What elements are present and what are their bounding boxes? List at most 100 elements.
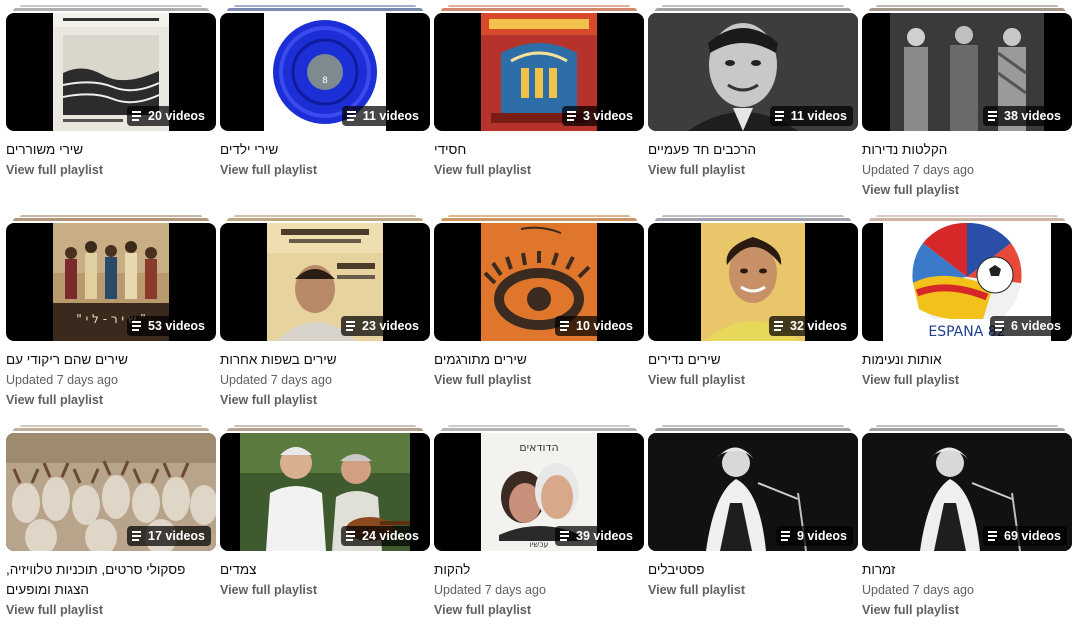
playlist-thumbnail[interactable]: 3 videos	[434, 13, 644, 131]
view-full-playlist-link[interactable]: View full playlist	[648, 160, 858, 180]
playlist-card[interactable]: הדודאים עכשיו 39 videos להקות Updated 7 …	[434, 425, 644, 625]
playlist-row: 17 videos פסקולי סרטים, תוכניות טלוויזיה…	[6, 425, 1076, 625]
view-full-playlist-link[interactable]: View full playlist	[434, 600, 644, 620]
video-count-badge: 24 videos	[341, 526, 425, 546]
playlist-title[interactable]: חסידי	[434, 140, 644, 160]
video-count-badge: 69 videos	[983, 526, 1067, 546]
stack-edge	[448, 425, 630, 427]
playlist-icon	[774, 111, 787, 121]
playlist-thumbnail[interactable]: 69 videos	[862, 433, 1072, 551]
view-full-playlist-link[interactable]: View full playlist	[6, 600, 216, 620]
playlist-title[interactable]: להקות	[434, 560, 644, 580]
playlist-thumbnail[interactable]: 11 videos	[648, 13, 858, 131]
playlist-title[interactable]: אותות ונעימות	[862, 350, 1072, 370]
playlist-icon	[994, 321, 1007, 331]
video-count: 11 videos	[790, 108, 847, 123]
playlist-title[interactable]: שירי משוררים	[6, 140, 216, 160]
view-full-playlist-link[interactable]: View full playlist	[648, 580, 858, 600]
playlist-card[interactable]: 32 videos שירים נדירים View full playlis…	[648, 215, 858, 415]
playlist-card[interactable]: 10 videos שירים מתורגמים View full playl…	[434, 215, 644, 415]
video-count: 24 videos	[362, 528, 419, 543]
playlist-title[interactable]: פסקולי סרטים, תוכניות טלוויזיה, הצגות ומ…	[6, 560, 216, 600]
playlist-card[interactable]: 11 videos הרכבים חד פעמיים View full pla…	[648, 5, 858, 205]
stack-edge	[448, 5, 630, 7]
view-full-playlist-link[interactable]: View full playlist	[434, 160, 644, 180]
playlist-card[interactable]: 8 11 videos שירי ילדים View full playlis…	[220, 5, 430, 205]
playlist-thumbnail[interactable]: הדודאים עכשיו 39 videos	[434, 433, 644, 551]
stack-edge	[441, 428, 637, 431]
stack-edge	[234, 5, 416, 7]
playlist-thumbnail[interactable]: 24 videos	[220, 433, 430, 551]
playlist-card[interactable]: 20 videos שירי משוררים View full playlis…	[6, 5, 216, 205]
playlist-title[interactable]: הרכבים חד פעמיים	[648, 140, 858, 160]
view-full-playlist-link[interactable]: View full playlist	[220, 390, 430, 410]
playlist-thumbnail[interactable]: 8 11 videos	[220, 13, 430, 131]
playlist-icon	[988, 111, 1000, 121]
stack-edge	[227, 428, 423, 431]
playlist-title[interactable]: פסטיבלים	[648, 560, 858, 580]
view-full-playlist-link[interactable]: View full playlist	[220, 160, 430, 180]
video-count-badge: 9 videos	[775, 526, 853, 546]
stack-edge	[20, 5, 202, 7]
playlist-thumbnail[interactable]: 20 videos	[6, 13, 216, 131]
stack-edge	[662, 5, 844, 7]
playlist-thumbnail[interactable]: " ש י ר - ל י " 53 videos	[6, 223, 216, 341]
stack-edge	[448, 215, 630, 217]
playlist-row: 20 videos שירי משוררים View full playlis…	[6, 5, 1076, 205]
playlist-title[interactable]: שירים נדירים	[648, 350, 858, 370]
playlist-thumbnail[interactable]: 9 videos	[648, 433, 858, 551]
playlist-thumbnail[interactable]: 23 videos	[220, 223, 430, 341]
playlist-card[interactable]: 3 videos חסידי View full playlist	[434, 5, 644, 205]
stack-edge	[441, 8, 637, 11]
video-count: 20 videos	[148, 108, 205, 123]
playlist-title[interactable]: שירי ילדים	[220, 140, 430, 160]
playlist-card[interactable]: 17 videos פסקולי סרטים, תוכניות טלוויזיה…	[6, 425, 216, 625]
view-full-playlist-link[interactable]: View full playlist	[862, 370, 1072, 390]
playlist-thumbnail[interactable]: ESPANA 82 6 videos	[862, 223, 1072, 341]
playlist-icon	[132, 111, 144, 121]
video-count-badge: 39 videos	[555, 526, 639, 546]
video-count-badge: 11 videos	[769, 106, 853, 126]
artwork-text: הדודאים	[519, 441, 558, 454]
playlist-thumbnail[interactable]: 38 videos	[862, 13, 1072, 131]
video-count: 9 videos	[796, 528, 847, 543]
view-full-playlist-link[interactable]: View full playlist	[6, 390, 216, 410]
stack-edge	[20, 215, 202, 217]
video-count-badge: 11 videos	[341, 106, 425, 126]
playlist-thumbnail[interactable]: 10 videos	[434, 223, 644, 341]
playlist-title[interactable]: צמדים	[220, 560, 430, 580]
view-full-playlist-link[interactable]: View full playlist	[6, 160, 216, 180]
stack-edge	[13, 8, 209, 11]
playlist-card[interactable]: 9 videos פסטיבלים View full playlist	[648, 425, 858, 625]
playlist-thumbnail[interactable]: 17 videos	[6, 433, 216, 551]
stack-edge	[655, 8, 851, 11]
playlist-card[interactable]: 69 videos זמרות Updated 7 days ago View …	[862, 425, 1072, 625]
video-count: 39 videos	[576, 528, 633, 543]
playlist-title[interactable]: שירים מתורגמים	[434, 350, 644, 370]
video-count-badge: 6 videos	[989, 316, 1067, 336]
updated-text: Updated 7 days ago	[220, 373, 332, 387]
playlist-card[interactable]: 24 videos צמדים View full playlist	[220, 425, 430, 625]
stack-edge	[655, 218, 851, 221]
playlist-card[interactable]: " ש י ר - ל י " 53 videos שירים שהם ריקו…	[6, 215, 216, 415]
playlist-title[interactable]: הקלטות נדירות	[862, 140, 1072, 160]
video-count: 23 videos	[362, 318, 419, 333]
playlist-card[interactable]: 23 videos שירים בשפות אחרות Updated 7 da…	[220, 215, 430, 415]
view-full-playlist-link[interactable]: View full playlist	[220, 580, 430, 600]
video-count: 10 videos	[576, 318, 633, 333]
playlist-title[interactable]: זמרות	[862, 560, 1072, 580]
playlist-card[interactable]: 38 videos הקלטות נדירות Updated 7 days a…	[862, 5, 1072, 205]
playlist-title[interactable]: שירים בשפות אחרות	[220, 350, 430, 370]
video-count-badge: 23 videos	[341, 316, 425, 336]
view-full-playlist-link[interactable]: View full playlist	[862, 180, 1072, 200]
video-count-badge: 53 videos	[127, 316, 211, 336]
view-full-playlist-link[interactable]: View full playlist	[434, 370, 644, 390]
playlist-title[interactable]: שירים שהם ריקודי עם	[6, 350, 216, 370]
playlist-card[interactable]: ESPANA 82 6 videos אותות ונעימות View fu…	[862, 215, 1072, 415]
playlist-icon	[132, 321, 144, 331]
playlist-thumbnail[interactable]: 32 videos	[648, 223, 858, 341]
updated-text: Updated 7 days ago	[862, 583, 974, 597]
view-full-playlist-link[interactable]: View full playlist	[648, 370, 858, 390]
view-full-playlist-link[interactable]: View full playlist	[862, 600, 1072, 620]
stack-edge	[869, 218, 1065, 221]
